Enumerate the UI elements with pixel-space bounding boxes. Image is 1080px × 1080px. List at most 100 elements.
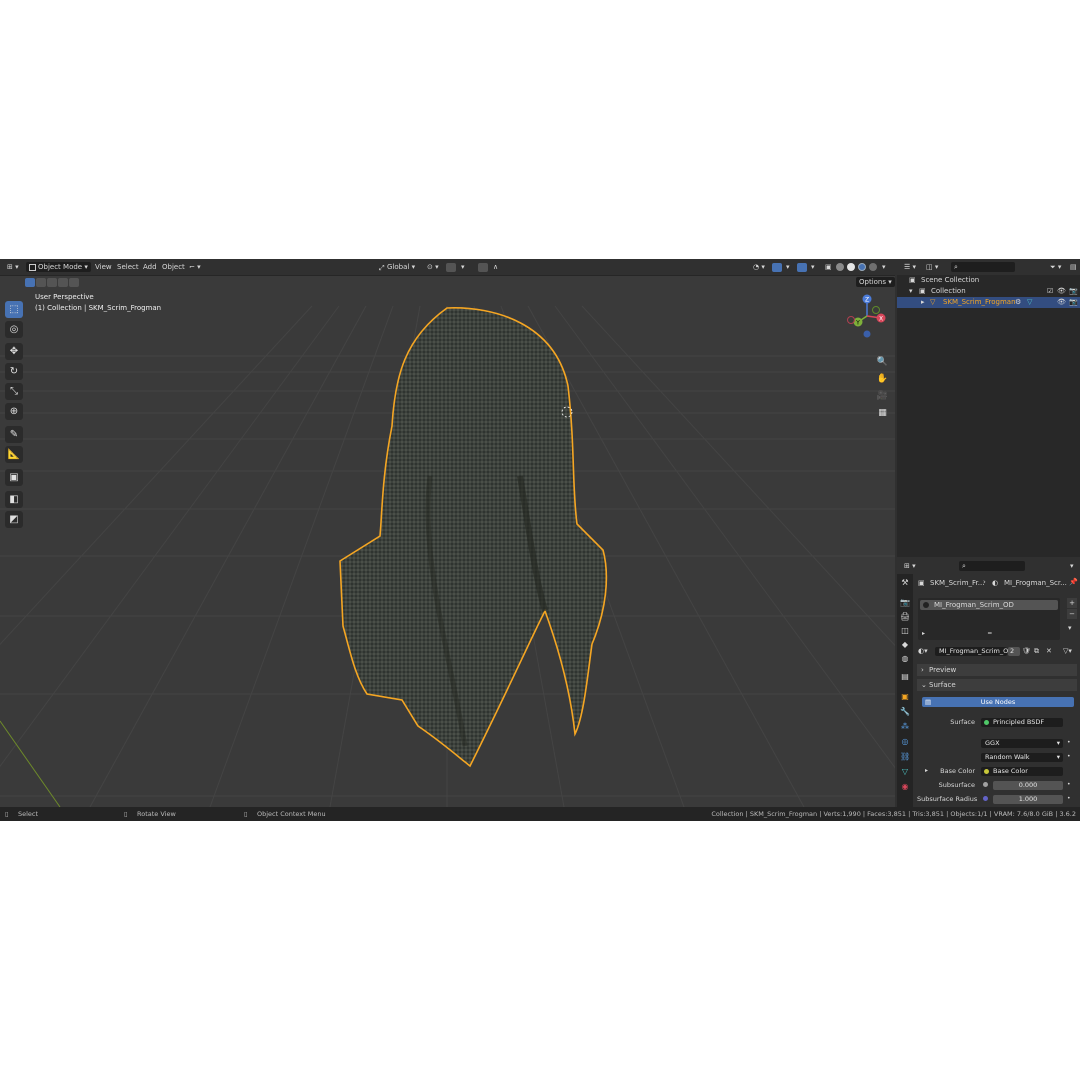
material-browse-icon[interactable]: ◐▾	[918, 647, 928, 655]
rendered-shading-icon[interactable]	[869, 263, 877, 271]
gizmo-neg-z[interactable]	[863, 330, 871, 338]
outliner-row-scene[interactable]: ▣ Scene Collection	[897, 275, 1080, 286]
new-collection-icon[interactable]: ▤	[1067, 262, 1080, 272]
solid-shading-icon[interactable]	[847, 263, 855, 271]
display-mode-icon[interactable]: ◫ ▾	[923, 262, 941, 272]
modifier-tab-icon[interactable]: 🔧	[900, 707, 910, 717]
camera-icon[interactable]: 🎥	[876, 390, 889, 403]
duplicate-material-icon[interactable]: ⧉	[1034, 647, 1039, 656]
fake-user-icon[interactable]: 🛡	[1022, 647, 1031, 655]
subsurface-value-field[interactable]: 0.000	[993, 781, 1063, 790]
armature-modifier-icon[interactable]: ⚙	[1015, 297, 1021, 308]
falloff-icon[interactable]: ∧	[490, 262, 501, 272]
perspective-grid-icon[interactable]: ▦	[876, 407, 889, 420]
annotate-tool[interactable]: ✎	[5, 426, 23, 443]
pin-icon[interactable]: 📌	[1069, 578, 1078, 586]
move-tool[interactable]: ✥	[5, 343, 23, 360]
orientation-dropdown[interactable]: ⤢ Global ▾	[377, 262, 418, 272]
shading-dropdown-icon[interactable]: ▾	[879, 262, 889, 272]
tool-tab-icon[interactable]: ⚒	[900, 578, 910, 588]
outliner-row-object[interactable]: ▸ ▽ SKM_Scrim_Frogman ⚙ ▽ 👁 📷	[897, 297, 1080, 308]
select-mode-new-icon[interactable]	[25, 278, 35, 287]
select-mode-subtract-icon[interactable]	[47, 278, 57, 287]
subsurface-radius-value-field[interactable]: 1.000	[993, 795, 1063, 804]
navigation-gizmo[interactable]: Z Y X	[842, 291, 892, 341]
add-slot-button[interactable]: +	[1067, 598, 1077, 608]
proportional-edit-icon[interactable]	[478, 263, 488, 272]
distribution-dropdown[interactable]: GGX ▾	[981, 739, 1063, 748]
world-tab-icon[interactable]: ◍	[900, 654, 910, 664]
surface-shader-field[interactable]: Principled BSDF	[981, 718, 1063, 727]
material-tab-icon[interactable]: ◉	[900, 782, 910, 792]
select-mode-extend-icon[interactable]	[36, 278, 46, 287]
add-cube-tool[interactable]: ▣	[5, 469, 23, 486]
constraints-tab-icon[interactable]: ⛓	[900, 752, 910, 762]
menu-select[interactable]: Select	[114, 262, 142, 272]
xray-icon[interactable]: ▣	[822, 262, 835, 272]
select-mode-intersect-icon[interactable]	[69, 278, 79, 287]
overlay-dropdown-icon[interactable]: ▾	[808, 262, 818, 272]
overlay-toggle-icon[interactable]	[797, 263, 807, 272]
select-box-tool[interactable]: ⬚	[5, 301, 23, 318]
object-tab-icon[interactable]: ▣	[900, 692, 910, 702]
outliner-search-input[interactable]: ⌕	[951, 262, 1015, 272]
use-nodes-button[interactable]: ▤ Use Nodes	[922, 697, 1074, 707]
expand-arrow-icon[interactable]: ▸	[921, 297, 925, 308]
menu-add[interactable]: Add	[140, 262, 160, 272]
render-tab-icon[interactable]: 📷	[900, 598, 910, 608]
data-tab-icon[interactable]: ▽	[900, 767, 910, 777]
select-mode-invert-icon[interactable]	[58, 278, 68, 287]
expand-arrow-icon[interactable]: ▾	[909, 286, 913, 297]
gizmo-toggle-icon[interactable]	[772, 263, 782, 272]
socket-dot-icon[interactable]: •	[1067, 739, 1071, 746]
options-dropdown[interactable]: Options ▾	[856, 277, 895, 287]
preview-panel-header[interactable]: › Preview	[917, 664, 1077, 676]
properties-options-icon[interactable]: ▾	[1067, 561, 1077, 571]
properties-search-input[interactable]: ⌕	[959, 561, 1025, 571]
subsurface-method-dropdown[interactable]: Random Walk ▾	[981, 753, 1063, 762]
rotate-tool[interactable]: ↻	[5, 363, 23, 380]
wireframe-shading-icon[interactable]	[836, 263, 844, 271]
link-dropdown-icon[interactable]: ▽▾	[1063, 647, 1072, 655]
pan-hand-icon[interactable]: ✋	[876, 373, 889, 386]
scene-tab-icon[interactable]: ◆	[900, 640, 910, 650]
unlink-material-icon[interactable]: ✕	[1046, 647, 1052, 655]
float-socket-icon[interactable]	[983, 782, 988, 787]
filter-icon[interactable]: ⏷ ▾	[1047, 262, 1064, 272]
render-camera-icon[interactable]: 📷	[1069, 286, 1078, 297]
physics-tab-icon[interactable]: ◎	[900, 737, 910, 747]
visibility-icon[interactable]: ◔ ▾	[750, 262, 768, 272]
exclude-checkbox-icon[interactable]: ☑	[1047, 286, 1053, 297]
3d-viewport[interactable]: ⬚ ◎ ✥ ↻ ⤡ ⊕ ✎ 📐 ▣ ◧ ◩ User Perspective (…	[0, 276, 895, 807]
menu-view[interactable]: View	[92, 262, 115, 272]
socket-dot-icon[interactable]: •	[1067, 795, 1071, 802]
base-color-field[interactable]: Base Color	[981, 767, 1063, 776]
material-slot-row[interactable]: MI_Frogman_Scrim_OD	[920, 600, 1058, 610]
view-layer-tab-icon[interactable]: ◫	[900, 626, 910, 636]
output-tab-icon[interactable]: 🖨	[900, 612, 910, 622]
material-preview-icon[interactable]	[858, 263, 866, 271]
extra-tool[interactable]: ◩	[5, 511, 23, 528]
snap-icon[interactable]	[446, 263, 456, 272]
snap-target-icon[interactable]: ▾	[458, 262, 468, 272]
gizmo-dropdown-icon[interactable]: ▾	[783, 262, 793, 272]
extra-menu-icon[interactable]: ⌐ ▾	[186, 262, 204, 272]
mesh-data-icon[interactable]: ▽	[1027, 297, 1032, 308]
menu-object[interactable]: Object	[159, 262, 188, 272]
particles-tab-icon[interactable]: ⁂	[900, 722, 910, 732]
gizmo-neg-x[interactable]	[847, 316, 855, 324]
material-name-field[interactable]: MI_Frogman_Scrim_OD	[935, 647, 1013, 656]
zoom-icon[interactable]: 🔍	[876, 356, 889, 369]
visibility-eye-icon[interactable]: 👁	[1057, 297, 1066, 308]
user-count-button[interactable]: 2	[1008, 647, 1020, 656]
list-resize-handle-icon[interactable]: ═	[988, 630, 992, 637]
remove-slot-button[interactable]: −	[1067, 609, 1077, 619]
transform-tool[interactable]: ⊕	[5, 403, 23, 420]
collection-tab-icon[interactable]: ▤	[900, 672, 910, 682]
pivot-icon[interactable]: ⊙ ▾	[424, 262, 442, 272]
slot-specials-icon[interactable]: ▾	[1068, 624, 1072, 632]
visibility-eye-icon[interactable]: 👁	[1057, 286, 1066, 297]
socket-dot-icon[interactable]: •	[1067, 781, 1071, 788]
measure-tool[interactable]: 📐	[5, 446, 23, 463]
editor-type-icon[interactable]: ⊞ ▾	[4, 262, 22, 272]
